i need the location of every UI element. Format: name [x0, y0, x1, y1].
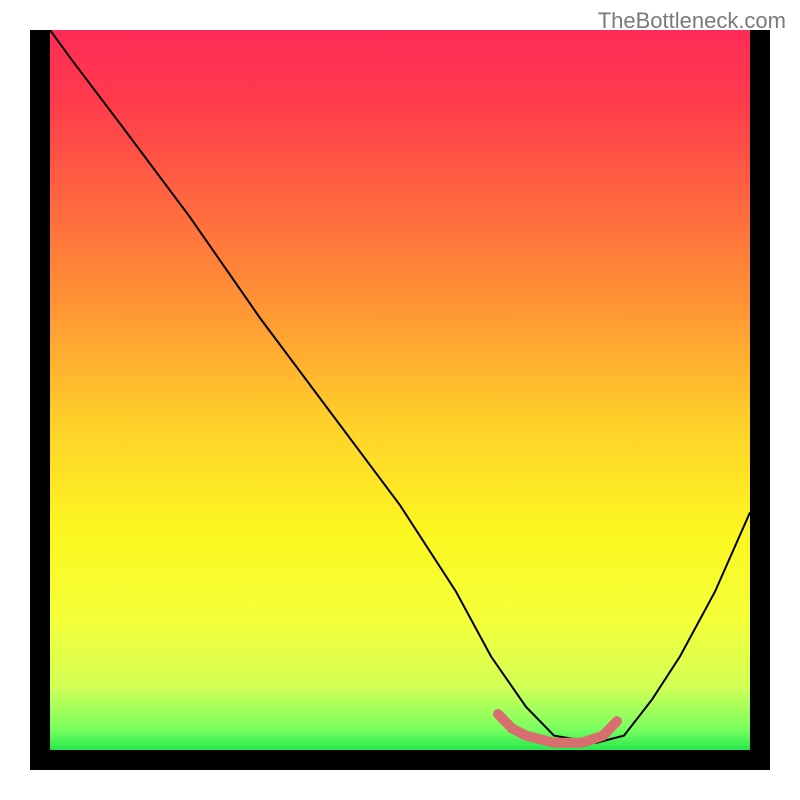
chart-frame	[30, 30, 770, 770]
bottleneck-chart	[30, 30, 770, 770]
gradient-background	[50, 30, 750, 750]
watermark-text: TheBottleneck.com	[598, 8, 786, 34]
